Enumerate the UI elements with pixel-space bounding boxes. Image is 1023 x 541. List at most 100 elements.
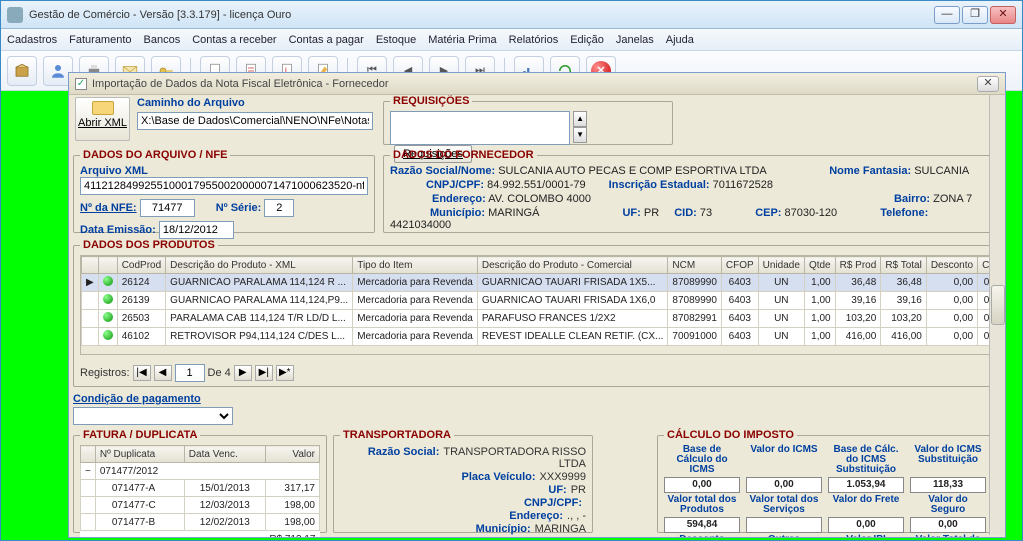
inner-close-button[interactable]: ✕ [977, 76, 999, 92]
scrollbar-thumb[interactable] [991, 285, 1005, 325]
prod-col-3[interactable]: Descrição do Produto - XML [166, 257, 353, 274]
nav-next-button[interactable]: ▶ [234, 365, 252, 381]
prod-col-1[interactable] [98, 257, 117, 274]
table-row[interactable]: ▶26124GUARNICAO PARALAMA 114,124 R ...Me… [82, 274, 1006, 292]
table-row[interactable]: 071477-B12/02/2013198,00 [81, 514, 320, 531]
menu-cadastros[interactable]: Cadastros [7, 34, 57, 46]
prod-col-10[interactable]: R$ Prod [835, 257, 881, 274]
serie-input[interactable] [264, 199, 294, 217]
menu-edicao[interactable]: Edição [570, 34, 604, 46]
prod-col-8[interactable]: Unidade [758, 257, 804, 274]
table-row[interactable]: 46102RETROVISOR P94,114,124 C/DES L...Me… [82, 328, 1006, 346]
caminho-label: Caminho do Arquivo [137, 97, 245, 109]
prod-col-6[interactable]: NCM [668, 257, 722, 274]
calc-legend: CÁLCULO DO IMPOSTO [664, 429, 797, 441]
calc-v3: 1.053,94 [828, 477, 904, 493]
arquivo-xml-input[interactable] [80, 177, 368, 195]
close-button[interactable]: ✕ [990, 6, 1016, 24]
dados-arquivo-group: DADOS DO ARQUIVO / NFE Arquivo XML Nº da… [73, 149, 375, 233]
menu-janelas[interactable]: Janelas [616, 34, 654, 46]
maximize-button[interactable]: ❐ [962, 6, 988, 24]
inner-title-text: Importação de Dados da Nota Fiscal Eletr… [92, 78, 389, 90]
menu-bancos[interactable]: Bancos [144, 34, 181, 46]
spin-down-icon[interactable]: ▼ [573, 127, 587, 143]
rs-value: SULCANIA AUTO PECAS E COMP ESPORTIVA LTD… [498, 165, 766, 177]
main-window: Gestão de Comércio - Versão [3.3.179] - … [0, 0, 1023, 541]
prod-col-2[interactable]: CodProd [117, 257, 165, 274]
prod-col-5[interactable]: Descrição do Produto - Comercial [477, 257, 668, 274]
bairro-label: Bairro: [894, 193, 930, 205]
table-row[interactable]: −071477/2012 [81, 463, 320, 480]
menu-faturamento[interactable]: Faturamento [69, 34, 131, 46]
menu-relatorios[interactable]: Relatórios [509, 34, 559, 46]
calc-h9: Desconto [664, 535, 740, 537]
page-input[interactable] [175, 364, 205, 382]
menu-ajuda[interactable]: Ajuda [666, 34, 694, 46]
t-uf2-label: UF: [475, 536, 567, 537]
nfe-input[interactable] [140, 199, 195, 217]
prod-col-12[interactable]: Desconto [926, 257, 977, 274]
transportadora-group: TRANSPORTADORA Razão Social: TRANSPORTADO… [333, 429, 593, 533]
table-row[interactable]: 26503PARALAMA CAB 114,124 T/R LD/D L...M… [82, 310, 1006, 328]
calc-h1: Base de Cálculo do ICMS [664, 445, 740, 475]
cond-select[interactable] [73, 407, 233, 425]
fatura-table: Nº Duplicata Data Venc. Valor −071477/20… [80, 445, 320, 537]
caminho-input[interactable] [137, 112, 373, 130]
nf-label: Nome Fantasia: [829, 165, 911, 177]
condicao-pagamento: Condição de pagamento [73, 393, 233, 425]
calc-h4: Valor do ICMS Substituição [910, 445, 986, 475]
menu-estoque[interactable]: Estoque [376, 34, 416, 46]
table-row[interactable]: 26139GUARNICAO PARALAMA 114,124,P9...Mer… [82, 292, 1006, 310]
table-row[interactable]: 071477-A15/01/2013317,17 [81, 480, 320, 497]
ie-value: 7011672528 [713, 179, 773, 191]
rs-label: Razão Social/Nome: [390, 165, 495, 177]
cep-label: CEP: [755, 207, 781, 219]
prod-col-7[interactable]: CFOP [721, 257, 758, 274]
vertical-scrollbar[interactable] [989, 95, 1005, 535]
end-value: AV. COLOMBO 4000 [488, 193, 591, 205]
cid-value: 73 [700, 207, 712, 219]
cnpj-label: CNPJ/CPF: [426, 179, 484, 191]
nav-last-button[interactable]: ▶| [255, 365, 273, 381]
dados-arquivo-legend: DADOS DO ARQUIVO / NFE [80, 149, 230, 161]
nav-prev-button[interactable]: ◀ [154, 365, 172, 381]
abrir-xml-button[interactable]: Abrir XML [75, 97, 130, 141]
cnpj-value: 84.992.551/0001-79 [487, 179, 585, 191]
requisicoes-textarea[interactable] [390, 111, 570, 145]
fatura-legend: FATURA / DUPLICATA [80, 429, 200, 441]
registros-label: Registros: [80, 367, 130, 379]
nav-extra-button[interactable]: ▶* [276, 365, 294, 381]
menu-materia-prima[interactable]: Matéria Prima [428, 34, 496, 46]
prod-col-0[interactable] [82, 257, 99, 274]
emissao-label: Data Emissão: [80, 224, 156, 236]
prod-col-11[interactable]: R$ Total [881, 257, 927, 274]
calc-v8: 0,00 [910, 517, 986, 533]
calc-h6: Valor total dos Serviços [746, 495, 822, 515]
calc-h12: Valor Total da Nota [910, 535, 986, 537]
prod-col-4[interactable]: Tipo do Item [353, 257, 478, 274]
minimize-button[interactable]: — [934, 6, 960, 24]
window-title: Gestão de Comércio - Versão [3.3.179] - … [29, 9, 291, 21]
table-row[interactable]: 071477-C12/03/2013198,00 [81, 497, 320, 514]
end-label: Endereço: [432, 193, 486, 205]
nav-first-button[interactable]: |◀ [133, 365, 151, 381]
table-navigator: Registros: |◀ ◀ De 4 ▶ ▶| ▶* [80, 364, 294, 382]
t-rs-label: Razão Social: [347, 446, 439, 458]
spin-up-icon[interactable]: ▲ [573, 111, 587, 127]
menu-contas-receber[interactable]: Contas a receber [192, 34, 276, 46]
t-mun-label: Município: [439, 523, 531, 535]
calc-v4: 118,33 [910, 477, 986, 493]
nf-value: SULCANIA [914, 165, 969, 177]
toolbar-box-icon[interactable] [7, 56, 37, 86]
checkbox-icon[interactable]: ✓ [75, 78, 87, 90]
emissao-input[interactable] [159, 221, 234, 239]
calc-h11: Valor IPI [828, 535, 904, 537]
menu-contas-pagar[interactable]: Contas a pagar [289, 34, 364, 46]
calc-h8: Valor do Seguro [910, 495, 986, 515]
tel-label: Telefone: [880, 207, 928, 219]
produtos-table: CodProdDescrição do Produto - XMLTipo do… [81, 256, 1005, 346]
t-uf-label: UF: [475, 484, 567, 496]
transp-legend: TRANSPORTADORA [340, 429, 454, 441]
t-rs-value: TRANSPORTADORA RISSO LTDA [443, 446, 586, 470]
prod-col-9[interactable]: Qtde [804, 257, 835, 274]
